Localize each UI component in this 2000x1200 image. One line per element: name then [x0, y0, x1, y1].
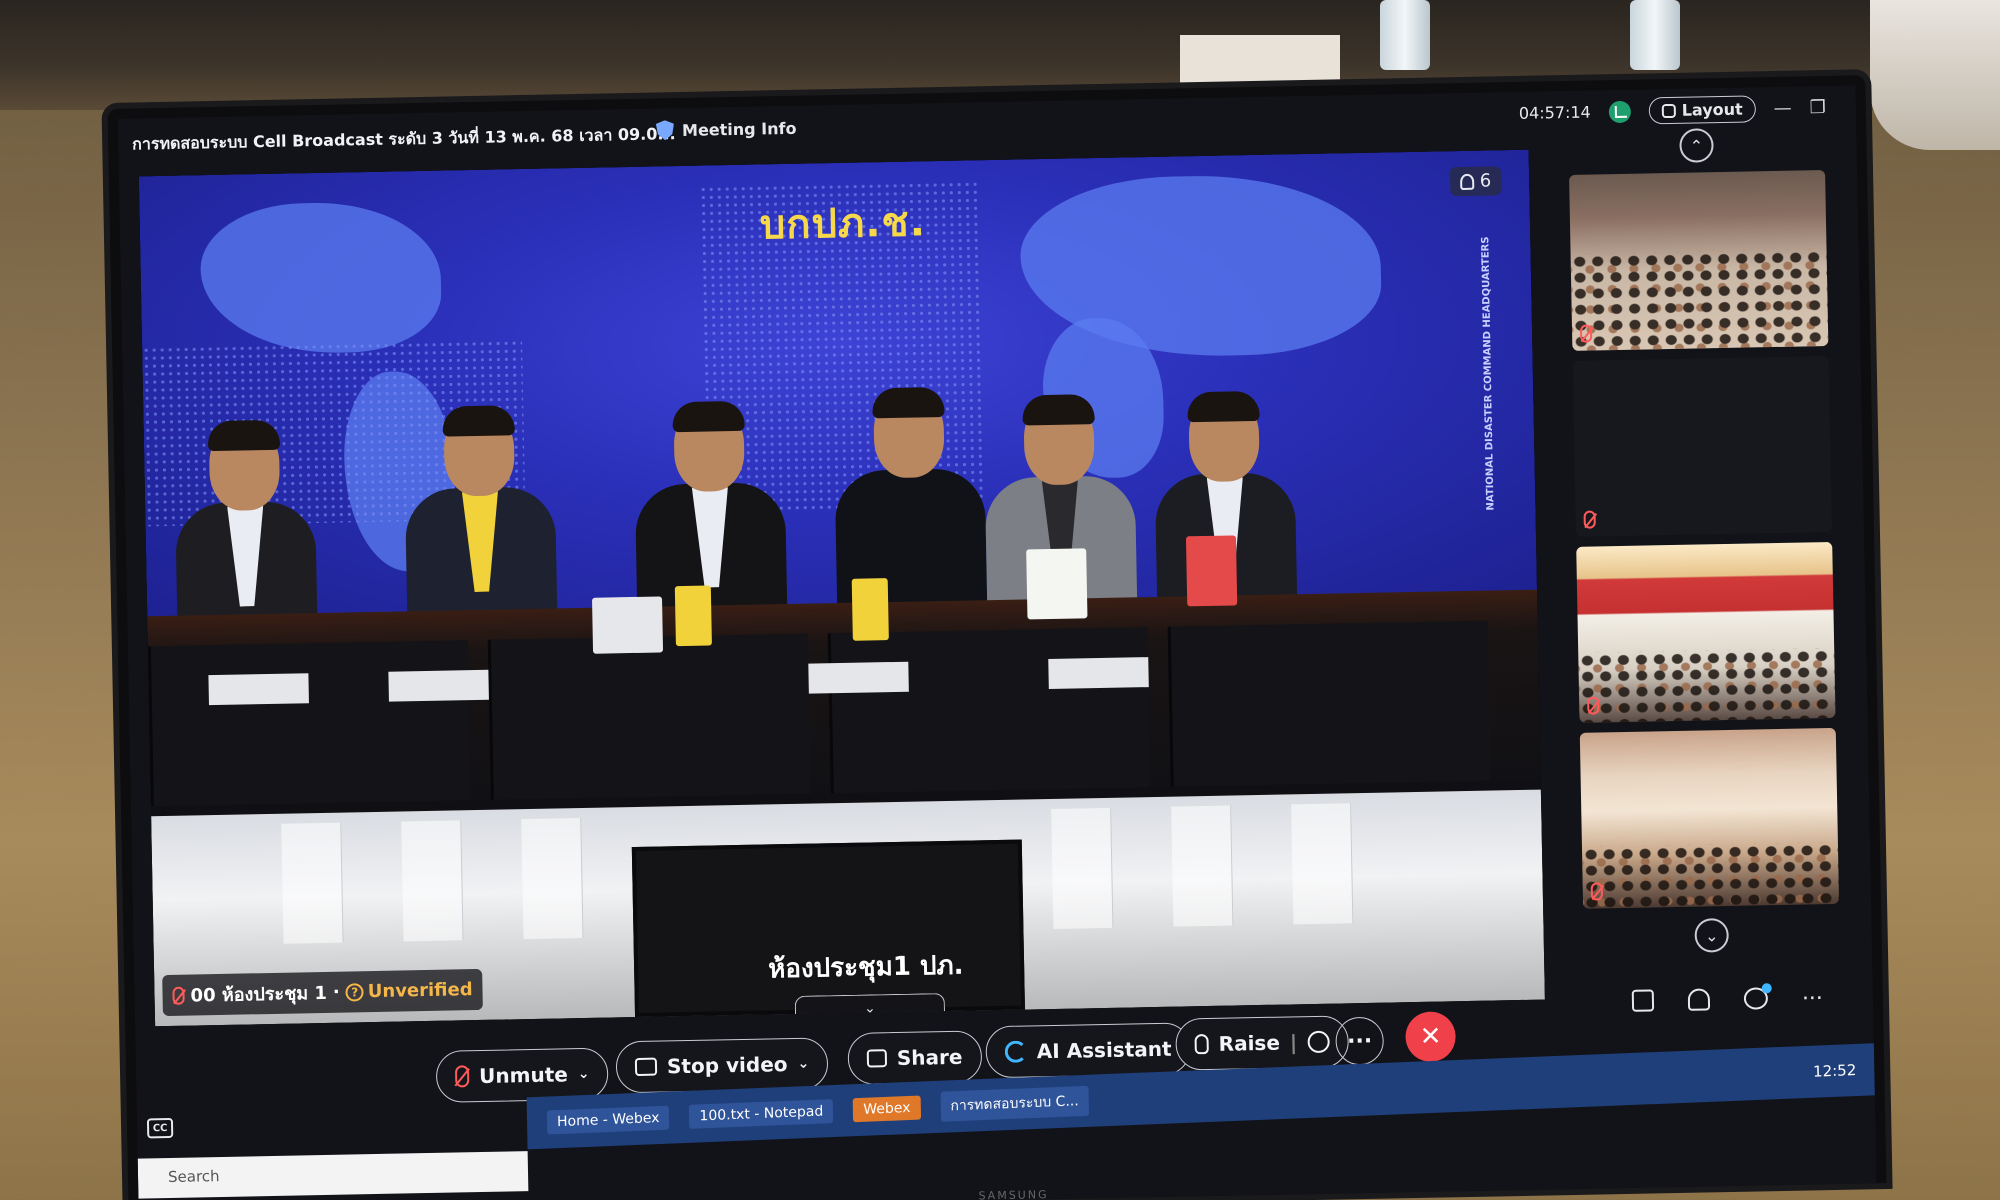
ai-assistant-icon [1004, 1040, 1028, 1063]
mic-muted-icon [454, 1065, 470, 1088]
desk-panel [1167, 620, 1491, 787]
unverified-status[interactable]: ? Unverified [345, 979, 473, 1003]
table-skirt [401, 820, 464, 942]
scroll-up-button[interactable]: ⌃ [1679, 128, 1714, 163]
layout-label: Layout [1681, 99, 1743, 120]
taskbar-item[interactable]: การทดสอบระบบ C... [940, 1085, 1090, 1122]
participant-thumbnail[interactable] [1572, 355, 1832, 537]
hand-icon [1194, 1034, 1209, 1055]
mic-muted-icon [1587, 696, 1600, 715]
title-bar-controls: 04:57:14 Layout — ❐ [1519, 94, 1826, 127]
ai-assistant-button[interactable]: AI Assistant [985, 1022, 1192, 1079]
active-speaker-name: 00 ห้องประชุม 1 [190, 982, 328, 1007]
water-bottle [1630, 0, 1680, 70]
mic-muted-icon [172, 986, 185, 1005]
desk-panel [147, 640, 471, 807]
table-skirt [521, 818, 584, 940]
end-meeting-button[interactable]: ✕ [1405, 1011, 1457, 1063]
world-map-shape [199, 200, 443, 356]
more-icon[interactable]: ··· [1802, 986, 1823, 1011]
stop-video-label: Stop video [666, 1052, 788, 1079]
participant-thumbnails: ⌃ ⌄ [1546, 126, 1863, 1012]
minimize-icon[interactable]: — [1773, 98, 1791, 119]
raise-label: Raise [1218, 1030, 1281, 1056]
chevron-up-icon: ⌃ [1689, 135, 1704, 156]
chevron-down-icon[interactable]: ⌄ [797, 1056, 809, 1072]
layout-button[interactable]: Layout [1648, 95, 1756, 125]
share-icon [866, 1049, 888, 1068]
backdrop-logo: บกปภ.ช. [759, 199, 927, 249]
promo-card [851, 578, 889, 641]
mic-muted-icon [1583, 510, 1596, 529]
meeting-info-button[interactable]: Meeting Info [656, 118, 797, 141]
taskbar-item[interactable]: Home - Webex [546, 1105, 670, 1135]
desk-panel [487, 633, 811, 800]
mic-muted-icon [1590, 882, 1603, 901]
chat-icon[interactable] [1743, 987, 1769, 1010]
water-bottle [1380, 0, 1430, 70]
taskbar-clock: 12:52 [1812, 1060, 1857, 1081]
taskbar-item[interactable]: Webex [853, 1095, 921, 1123]
raise-hand-button[interactable]: Raise | [1175, 1015, 1349, 1071]
shield-icon [656, 120, 674, 140]
reactions-icon[interactable] [1306, 1030, 1330, 1054]
participant-thumbnail[interactable] [1576, 541, 1836, 723]
panel-toggles: ··· [1631, 986, 1823, 1015]
unmute-label: Unmute [478, 1062, 569, 1089]
name-plate [208, 673, 309, 706]
main-video-stage[interactable]: บกปภ.ช. NATIONAL DISASTER COMMAND HEADQU… [138, 149, 1545, 1027]
scroll-down-button[interactable]: ⌄ [1694, 918, 1730, 953]
background-person [1870, 0, 2000, 150]
table-skirt [281, 822, 344, 944]
participant-thumbnail[interactable] [1579, 727, 1840, 909]
restore-icon[interactable]: ❐ [1809, 97, 1826, 118]
taskbar-search[interactable]: Search [137, 1151, 529, 1199]
participant-count-badge[interactable]: 6 [1449, 166, 1502, 197]
closed-captions-icon[interactable]: CC [146, 1117, 174, 1139]
desk-panel [827, 627, 1151, 794]
participants-icon[interactable] [1687, 988, 1711, 1011]
participant-thumbnail[interactable] [1569, 170, 1829, 351]
person-icon [1459, 173, 1474, 190]
participant-count: 6 [1479, 170, 1492, 192]
collapse-tab[interactable]: ⌄ [794, 993, 946, 1022]
promo-card [674, 585, 712, 647]
chevron-down-icon[interactable]: ⌄ [578, 1066, 590, 1082]
monitor: การทดสอบระบบ Cell Broadcast ระดับ 3 วันท… [107, 75, 1887, 1200]
name-plate [388, 669, 489, 702]
chevron-down-icon: ⌄ [1704, 925, 1719, 945]
more-options-button[interactable]: ··· [1335, 1016, 1385, 1066]
table-skirt [1171, 805, 1234, 927]
meeting-timer: 04:57:14 [1518, 102, 1591, 123]
meeting-info-label: Meeting Info [681, 118, 797, 140]
chevron-down-icon: ⌄ [863, 999, 876, 1017]
apps-icon[interactable] [1631, 989, 1655, 1012]
share-label: Share [896, 1044, 963, 1070]
layout-icon [1661, 103, 1676, 118]
meeting-title: การทดสอบระบบ Cell Broadcast ระดับ 3 วันท… [132, 124, 676, 154]
camera-icon [634, 1057, 658, 1077]
taskbar-item[interactable]: 100.txt - Notepad [689, 1099, 834, 1129]
table-skirt [1051, 807, 1114, 929]
stop-video-button[interactable]: Stop video ⌄ [615, 1037, 829, 1094]
monitor-brand: SAMSUNG [978, 1188, 1049, 1200]
ais-5g-sign [1026, 548, 1088, 620]
ai-assistant-label: AI Assistant [1036, 1036, 1172, 1064]
name-plate [1048, 657, 1149, 690]
phone-display [591, 596, 664, 654]
room-monitor-label: ห้องประชุม1 ปภ. [767, 950, 964, 985]
table-skirt [1291, 803, 1354, 925]
network-signal-icon[interactable] [1608, 100, 1631, 123]
true-5g-sign [1185, 535, 1238, 607]
name-plate [808, 661, 909, 694]
active-speaker-name-tag: 00 ห้องประชุม 1 · ? Unverified [162, 968, 484, 1017]
mic-muted-icon [1579, 324, 1593, 343]
question-icon: ? [345, 982, 364, 1002]
backdrop-side-text: NATIONAL DISASTER COMMAND HEADQUARTERS [1480, 236, 1497, 511]
unverified-label: Unverified [367, 979, 473, 1003]
room-monitor: ห้องประชุม1 ปภ. [631, 839, 1025, 1018]
share-button[interactable]: Share [847, 1030, 982, 1085]
webex-window: การทดสอบระบบ Cell Broadcast ระดับ 3 วันท… [117, 85, 1877, 1200]
